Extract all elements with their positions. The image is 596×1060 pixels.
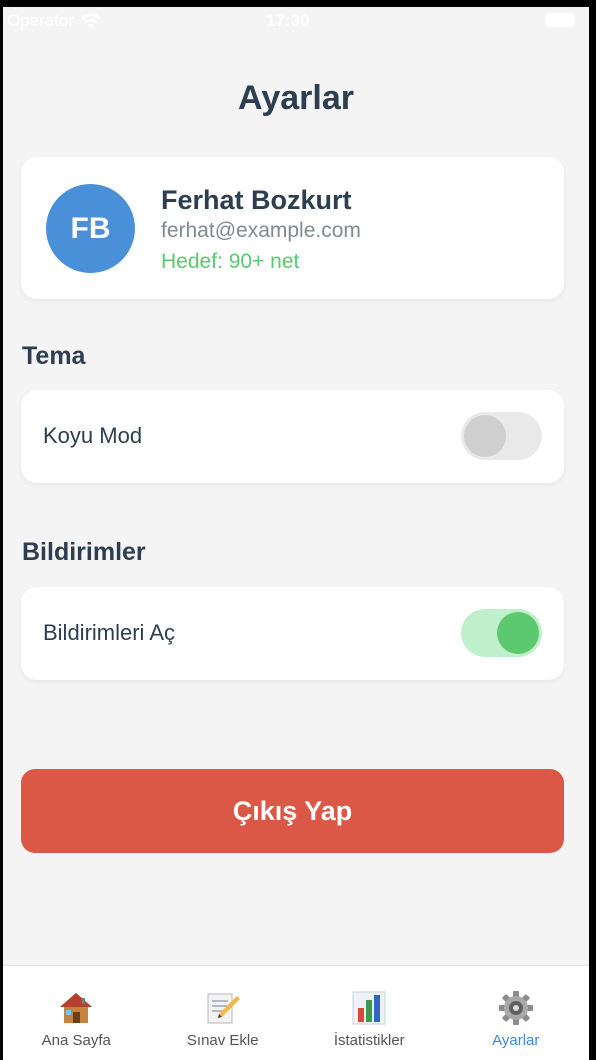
dark-mode-toggle[interactable] [461,412,542,460]
tab-settings[interactable]: Ayarlar [443,966,590,1060]
tab-home[interactable]: Ana Sayfa [3,966,150,1060]
profile-name: Ferhat Bozkurt [161,185,352,215]
tab-label: Ayarlar [492,1032,540,1049]
page-title: Ayarlar [238,79,354,117]
tab-label: Sınav Ekle [186,1032,259,1049]
status-time: 17:30 [266,11,310,30]
logout-button[interactable]: Çıkış Yap [21,769,564,853]
notifications-section-title: Bildirimler [22,538,146,566]
tab-label: Ana Sayfa [41,1032,111,1049]
tab-label: İstatistikler [333,1032,405,1049]
wifi-icon [80,13,102,29]
toggle-knob [497,612,539,654]
profile-email: ferhat@example.com [161,219,361,242]
avatar: FB [46,184,135,273]
memo-pencil-icon [207,993,240,1024]
device-frame: Operator 17:30 Ayarlar FB Ferhat Bozkurt… [0,0,596,1060]
notifications-row: Bildirimleri Aç [21,587,564,680]
app-screen: Operator 17:30 Ayarlar FB Ferhat Bozkurt… [3,7,589,1060]
dark-mode-row: Koyu Mod [21,390,564,483]
status-bar: Operator 17:30 [3,7,589,37]
profile-goal: Hedef: 90+ net [161,250,300,273]
tab-bar: Ana Sayfa Sınav Ekle İstatistikler Ayarl… [3,965,589,1060]
dark-mode-label: Koyu Mod [43,423,143,448]
status-carrier-group: Operator [7,11,102,31]
tab-add-exam[interactable]: Sınav Ekle [150,966,297,1060]
house-icon [60,993,93,1023]
battery-icon [545,13,575,27]
profile-card: FB Ferhat Bozkurt ferhat@example.com Hed… [21,157,564,299]
toggle-knob [464,415,506,457]
notifications-label: Bildirimleri Aç [43,620,176,645]
notifications-toggle[interactable] [461,609,542,657]
carrier-label: Operator [7,11,75,30]
tab-statistics[interactable]: İstatistikler [296,966,443,1060]
bar-chart-icon [352,991,386,1025]
gear-icon [498,991,533,1025]
theme-section-title: Tema [22,342,86,370]
